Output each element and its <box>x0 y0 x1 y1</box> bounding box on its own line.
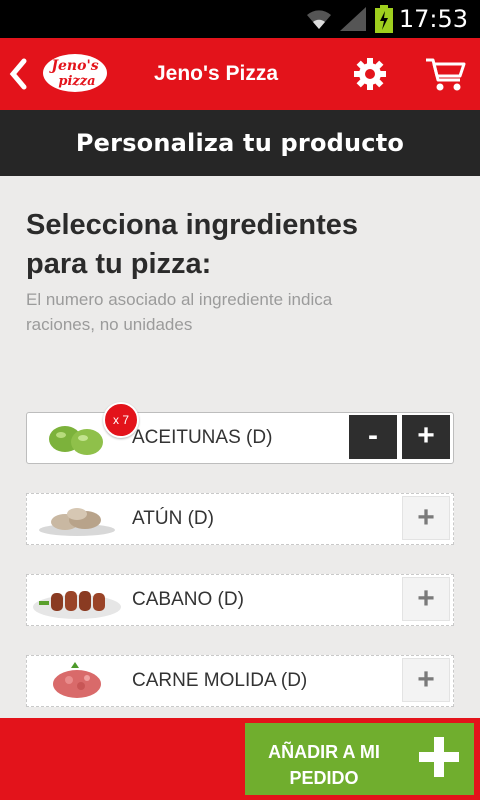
tuna-image <box>29 496 125 542</box>
cart-icon[interactable] <box>424 56 466 92</box>
ingredient-row-cabano: CABANO (D) + <box>26 574 454 626</box>
ingredient-name: CARNE MOLIDA (D) <box>132 670 308 691</box>
ingredient-name: ATÚN (D) <box>132 508 214 529</box>
app-bar: Jeno's pizza Jeno's Pizza <box>0 38 480 110</box>
ingredient-row-carne-molida: CARNE MOLIDA (D) + <box>26 655 454 707</box>
gear-icon[interactable] <box>352 56 388 92</box>
add-label-line-2: PEDIDO <box>289 768 359 788</box>
cabano-image <box>29 577 125 623</box>
heading-line-1: Selecciona ingredientes <box>26 209 359 241</box>
add-to-order-button[interactable]: AÑADIR A MI PEDIDO <box>245 723 474 795</box>
subtext-line-2: raciones, no unidades <box>26 315 193 334</box>
ingredient-row-atun: ATÚN (D) + <box>26 493 454 545</box>
subtext-line-1: El numero asociado al ingrediente indica <box>26 290 333 309</box>
plus-icon <box>419 737 459 777</box>
bottom-bar: AÑADIR A MI PEDIDO <box>0 718 480 800</box>
status-bar: 17:53 <box>0 0 480 38</box>
status-time: 17:53 <box>398 5 468 33</box>
ingredient-row-aceitunas: ACEITUNAS (D) - + <box>26 412 454 464</box>
ingredient-name: CABANO (D) <box>132 589 244 610</box>
add-button[interactable]: + <box>402 577 450 621</box>
back-chevron-icon[interactable] <box>6 58 30 90</box>
wifi-icon <box>307 10 331 29</box>
ingredient-name: ACEITUNAS (D) <box>132 427 273 448</box>
quantity-badge: x 7 <box>103 402 139 438</box>
page-heading: Selecciona ingredientes para tu pizza: <box>26 206 466 284</box>
add-button[interactable]: + <box>402 658 450 702</box>
sub-header-title: Personaliza tu producto <box>75 129 405 157</box>
page-subtext: El numero asociado al ingrediente indica… <box>26 287 466 337</box>
ground-beef-image <box>29 658 125 704</box>
battery-icon <box>375 5 393 33</box>
svg-text:Jeno's: Jeno's <box>48 58 98 74</box>
add-label-line-1: AÑADIR A MI <box>268 742 380 762</box>
decrease-button[interactable]: - <box>349 415 397 459</box>
svg-text:pizza: pizza <box>58 74 95 89</box>
add-to-order-label: AÑADIR A MI PEDIDO <box>245 739 403 791</box>
signal-icon <box>340 7 366 31</box>
heading-line-2: para tu pizza: <box>26 248 212 280</box>
increase-button[interactable]: + <box>402 415 450 459</box>
sub-header: Personaliza tu producto <box>0 110 480 176</box>
add-button[interactable]: + <box>402 496 450 540</box>
jenos-logo: Jeno's pizza <box>43 54 107 92</box>
app-title: Jeno's Pizza <box>154 62 279 85</box>
